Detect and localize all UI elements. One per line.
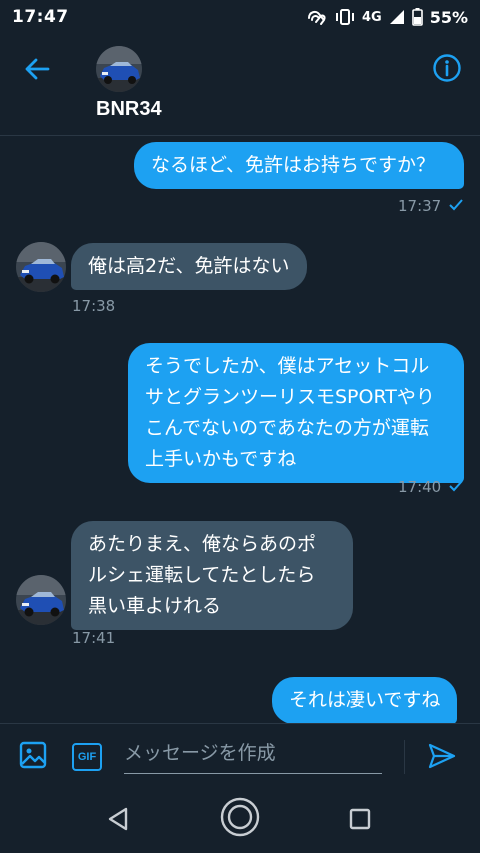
message-meta: 17:38	[72, 297, 115, 315]
sender-avatar[interactable]	[16, 575, 66, 625]
status-time: 17:47	[12, 7, 69, 27]
header-avatar[interactable]	[96, 46, 142, 92]
add-gif-button[interactable]: GIF	[70, 741, 104, 773]
image-icon	[18, 740, 48, 774]
message-bubble-incoming[interactable]: あたりまえ、俺ならあのポ ルシェ運転してたとしたら 黒い車よけれる	[71, 521, 353, 630]
battery-icon	[411, 8, 423, 26]
battery-percent: 55%	[429, 7, 468, 27]
message-time: 17:41	[72, 629, 116, 647]
back-button[interactable]	[20, 54, 54, 88]
add-image-button[interactable]	[16, 740, 50, 774]
conversation-header: BNR34	[0, 34, 480, 136]
nav-home-button[interactable]	[218, 797, 262, 841]
checkmark-icon	[449, 197, 463, 215]
triangle-back-icon	[106, 806, 130, 836]
status-bar: 17:47 4G 55%	[0, 0, 480, 34]
nfc-icon	[306, 8, 328, 26]
system-navigation-bar	[0, 789, 480, 853]
message-bubble-outgoing[interactable]: なるほど、免許はお持ちですか？	[134, 142, 464, 189]
contact-name[interactable]: BNR34	[96, 98, 162, 121]
send-icon	[427, 742, 457, 774]
signal-icon	[389, 9, 405, 25]
sender-avatar[interactable]	[16, 242, 66, 292]
info-button[interactable]	[430, 53, 464, 87]
message-bubble-outgoing[interactable]: それは凄いですね	[272, 677, 458, 723]
status-icons: 4G 55%	[306, 8, 468, 27]
info-icon	[432, 53, 462, 87]
message-composer: GIF	[0, 723, 480, 789]
message-bubble-incoming[interactable]: 俺は高2だ、免許はない	[71, 243, 307, 290]
checkmark-icon	[449, 478, 463, 496]
message-input[interactable]	[124, 732, 382, 774]
vibrate-icon	[335, 8, 355, 26]
nav-back-button[interactable]	[100, 803, 136, 839]
gif-icon: GIF	[72, 743, 102, 771]
message-meta: 17:40	[398, 478, 463, 496]
gif-label: GIF	[77, 751, 97, 763]
message-time: 17:38	[72, 297, 116, 315]
nav-recents-button[interactable]	[342, 803, 378, 839]
message-list[interactable]: なるほど、免許はお持ちですか？ 17:37 俺は高2だ、免許はない 17:38 …	[0, 137, 480, 723]
message-meta: 17:37	[398, 197, 463, 215]
network-type: 4G	[361, 9, 382, 25]
arrow-left-icon	[24, 57, 50, 85]
message-bubble-outgoing[interactable]: そうでしたか、僕はアセットコル サとグランツーリスモSPORTやり こんでないの…	[128, 343, 464, 483]
square-recents-icon	[348, 807, 372, 835]
composer-divider	[404, 740, 405, 774]
message-time: 17:37	[398, 197, 442, 215]
send-button[interactable]	[424, 740, 460, 776]
message-meta: 17:41	[72, 629, 115, 647]
message-time: 17:40	[398, 478, 442, 496]
circle-home-icon	[219, 796, 261, 842]
